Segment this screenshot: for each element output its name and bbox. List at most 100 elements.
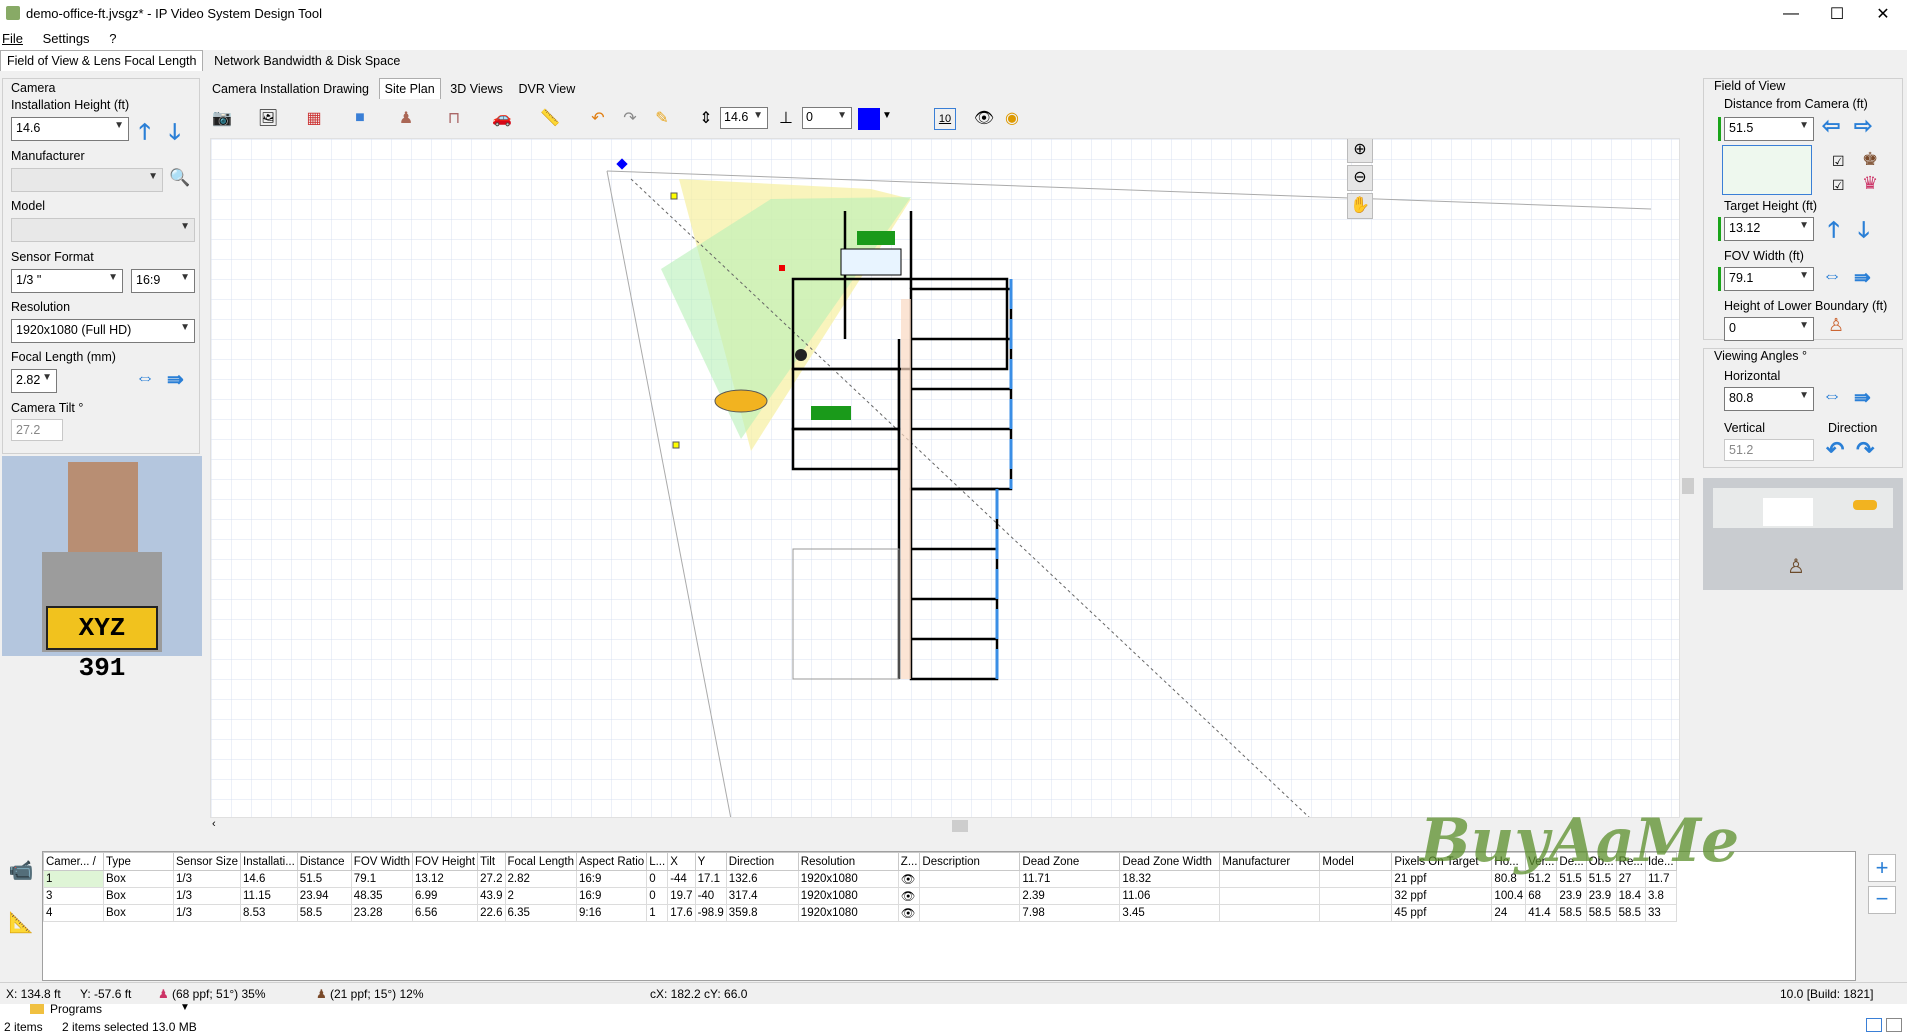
undo-icon[interactable]: ↶ (586, 106, 610, 130)
camera-search-icon[interactable]: 🔍 (169, 168, 190, 188)
tab-field-of-view[interactable]: Field of View & Lens Focal Length (0, 50, 204, 71)
explorer-folder-name[interactable]: Programs (50, 1002, 102, 1016)
measure-icon[interactable]: 📏 (538, 106, 562, 130)
zoom-out-button[interactable]: ⊖ (1347, 165, 1373, 191)
camera-list-icon[interactable]: 📹 (6, 858, 36, 888)
manufacturer-combo[interactable]: ▼ (11, 168, 163, 192)
horizontal-angle-combo[interactable]: 80.8 ▼ (1724, 387, 1814, 411)
target-height-down-icon[interactable]: 🡓 (1858, 213, 1869, 251)
eraser-icon[interactable]: ✎ (650, 106, 674, 130)
visibility-eye-icon[interactable]: 👁 (897, 887, 921, 905)
view-icon[interactable]: 👁 (972, 106, 996, 130)
lower-boundary-combo[interactable]: 0 ▼ (1724, 317, 1814, 341)
column-header[interactable]: Dead Zone (1019, 852, 1121, 871)
add-camera-button[interactable]: + (1868, 854, 1896, 882)
tiles-view-icon[interactable] (1886, 1018, 1902, 1032)
toolbar-elevation-combo[interactable]: 0 ▼ (802, 107, 852, 129)
remove-camera-button[interactable]: − (1868, 886, 1896, 914)
menu-help[interactable]: ? (101, 28, 124, 46)
wall-icon[interactable]: ▦ (302, 106, 326, 130)
minimize-button[interactable]: — (1768, 0, 1814, 28)
aspect-ratio-combo[interactable]: 16:9 ▼ (131, 269, 195, 293)
column-header[interactable]: Installati... (240, 852, 298, 871)
fov-width-narrow-icon[interactable]: ⇛ (1854, 265, 1871, 290)
column-header[interactable]: Model (1319, 852, 1393, 871)
sensor-format-combo[interactable]: 1/3 " ▼ (11, 269, 123, 293)
column-header[interactable]: Direction (725, 852, 799, 871)
narrow-icon[interactable]: ⇛ (167, 367, 184, 392)
column-header[interactable]: Z... (897, 852, 921, 871)
pan-hand-button[interactable]: ✋ (1347, 193, 1373, 219)
column-header[interactable]: Resolution (797, 852, 899, 871)
distance-decrease-icon[interactable]: ⇦ (1822, 113, 1840, 139)
person-icon[interactable]: ♟ (394, 106, 418, 130)
menu-file[interactable]: File (0, 28, 31, 46)
column-header[interactable]: Dead Zone Width (1119, 852, 1221, 871)
target-height-up-icon[interactable]: 🡑 (1828, 213, 1839, 251)
details-view-icon[interactable] (1866, 1018, 1882, 1032)
tape-measure-icon[interactable]: ◉ (1000, 106, 1024, 130)
resolution-combo[interactable]: 1920x1080 (Full HD) ▼ (11, 319, 195, 343)
column-header[interactable]: Focal Length (504, 852, 577, 871)
column-header[interactable]: X (667, 852, 696, 871)
color-dropdown-icon[interactable]: ▼ (882, 110, 892, 121)
widen-icon[interactable]: ⇔ (135, 367, 155, 390)
model-combo[interactable]: ▼ (11, 218, 195, 242)
maximize-button[interactable]: ☐ (1814, 0, 1860, 28)
column-header[interactable]: FOV Height (412, 852, 479, 871)
folder-chevron-icon[interactable]: ▼ (180, 1002, 190, 1013)
height-down-icon[interactable]: 🡓 (169, 115, 180, 153)
tab-3d-views[interactable]: 3D Views (444, 78, 509, 100)
horizontal-narrow-icon[interactable]: ⇛ (1854, 385, 1871, 410)
car-icon[interactable]: 🚗 (490, 106, 514, 130)
toolbar-height-combo[interactable]: 14.6 ▼ (720, 107, 768, 129)
grid-size-button[interactable]: 10 (934, 108, 956, 130)
distance-increase-icon[interactable]: ⇨ (1854, 113, 1872, 139)
column-header[interactable]: Aspect Ratio (575, 852, 648, 871)
column-header[interactable]: Distance (296, 852, 352, 871)
canvas-vertical-scrollbar[interactable] (1680, 138, 1696, 818)
column-header[interactable]: Type (103, 852, 174, 871)
horizontal-widen-icon[interactable]: ⇔ (1822, 385, 1842, 408)
column-header[interactable]: FOV Width (350, 852, 414, 871)
column-header[interactable]: Tilt (477, 852, 506, 871)
zoom-in-button[interactable]: ⊕ (1347, 139, 1373, 163)
column-header[interactable]: Y (694, 852, 727, 871)
3d-preview-thumbnail[interactable]: ♙ (1703, 478, 1903, 590)
image-import-icon[interactable]: 🖼 (256, 106, 280, 130)
column-header[interactable]: Camer... / (43, 852, 104, 871)
checkbox-person-1[interactable]: ☑ (1832, 153, 1845, 170)
distance-combo[interactable]: 51.5 ▼ (1724, 117, 1814, 141)
menu-settings[interactable]: Settings (35, 28, 98, 46)
rotate-right-icon[interactable]: ↷ (1856, 437, 1874, 463)
tab-camera-installation-drawing[interactable]: Camera Installation Drawing (206, 78, 375, 100)
column-header[interactable]: Manufacturer (1219, 852, 1321, 871)
installation-height-combo[interactable]: 14.6 ▼ (11, 117, 129, 141)
focal-length-combo[interactable]: 2.82 ▼ (11, 369, 57, 393)
visibility-eye-icon[interactable]: 👁 (897, 870, 921, 888)
camera-tools-icon[interactable]: 📷 (210, 106, 234, 130)
site-plan-canvas[interactable]: ⊕ ⊖ ✋ (210, 138, 1680, 818)
column-header[interactable]: Sensor Size (172, 852, 242, 871)
fov-width-widen-icon[interactable]: ⇔ (1822, 265, 1842, 288)
table-row[interactable]: 3 Box 1/3 11.15 23.94 48.35 6.99 43.9 2 16:9 0 19.7… (43, 887, 1677, 905)
tab-network-bandwidth[interactable]: Network Bandwidth & Disk Space (207, 50, 407, 72)
column-header[interactable]: L... (646, 852, 669, 871)
tab-site-plan[interactable]: Site Plan (378, 78, 441, 99)
site-plan-drawing[interactable] (211, 139, 1680, 818)
table-row[interactable]: 4 Box 1/3 8.53 58.5 23.28 6.56 22.6 6.35 9:16 1 17.… (43, 904, 1677, 922)
fov-width-combo[interactable]: 79.1 ▼ (1724, 267, 1814, 291)
tab-dvr-view[interactable]: DVR View (513, 78, 582, 100)
furniture-icon[interactable]: ⊓ (442, 106, 466, 130)
target-height-combo[interactable]: 13.12 ▼ (1724, 217, 1814, 241)
checkbox-person-2[interactable]: ☑ (1832, 177, 1845, 194)
close-button[interactable]: ✕ (1860, 0, 1906, 28)
rotate-left-icon[interactable]: ↶ (1826, 437, 1844, 463)
height-up-icon[interactable]: 🡑 (139, 115, 150, 153)
column-header[interactable]: Description (919, 852, 1021, 871)
redo-icon[interactable]: ↷ (618, 106, 642, 130)
visibility-eye-icon[interactable]: 👁 (897, 904, 921, 922)
shape-icon[interactable]: ■ (348, 106, 372, 130)
measure-list-icon[interactable]: 📐 (6, 910, 36, 940)
color-picker-swatch[interactable] (858, 108, 880, 130)
